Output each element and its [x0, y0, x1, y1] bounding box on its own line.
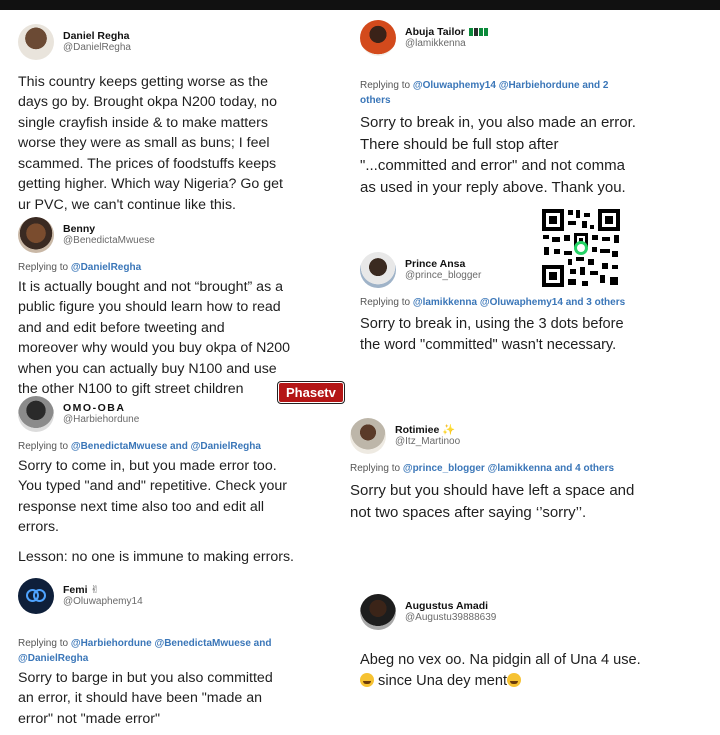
avatar[interactable] [360, 20, 396, 56]
avatar[interactable] [18, 24, 54, 60]
tweet-abuja-tailor: Abuja Tailor @lamikkenna Replying to @Ol… [360, 20, 705, 198]
avatar-rings-icon-2 [33, 589, 46, 602]
display-name[interactable]: Augustus Amadi [405, 600, 496, 612]
top-black-bar [0, 0, 720, 10]
avatar[interactable] [360, 252, 396, 288]
laughing-emoji-icon-2 [507, 673, 522, 687]
reply-mentions[interactable]: @lamikkenna @Oluwaphemy14 and 3 others [413, 297, 625, 308]
replying-to: Replying to @Oluwaphemy14 @Harbiehordune… [360, 80, 609, 106]
tweet-lesson: Lesson: no one is immune to making error… [18, 548, 294, 565]
display-name[interactable]: Femi ✌ [63, 584, 143, 596]
tweet-text-line-1: Abeg no vex oo. Na pidgin all of Una 4 u… [360, 652, 641, 668]
handle[interactable]: @Augustu39888639 [405, 612, 496, 624]
nigeria-flag-icon [468, 28, 488, 37]
tweet-text: Sorry to break in, you also made an erro… [360, 114, 636, 196]
avatar[interactable] [18, 217, 54, 253]
tweet-daniel-regha: Daniel Regha @DanielRegha This country k… [18, 24, 348, 215]
handle[interactable]: @DanielRegha [63, 42, 131, 54]
tweet-text: Sorry to break in, using the 3 dots befo… [360, 316, 624, 353]
laughing-emoji-icon [360, 673, 374, 687]
handle[interactable]: @Itz_Martinoo [395, 436, 460, 448]
tweet-text: Sorry but you should have left a space a… [350, 482, 635, 521]
avatar[interactable] [350, 418, 386, 454]
avatar[interactable] [18, 396, 54, 432]
tweet-text: Sorry to come in, but you made error too… [18, 458, 288, 536]
avatar[interactable] [360, 594, 396, 630]
reply-mentions[interactable]: @DanielRegha [71, 262, 141, 273]
tweet-text-line-2: since Una dey ment [360, 671, 705, 692]
sparkle-emoji-icon: ✨ [442, 424, 456, 437]
reply-mentions[interactable]: @prince_blogger @lamikkenna and 4 others [403, 463, 614, 474]
watermark-badge: Phasetv [278, 382, 344, 403]
display-name[interactable]: Benny [63, 223, 155, 235]
handle[interactable]: @Harbiehordune [63, 414, 139, 426]
replying-to: Replying to @Harbiehordune @BenedictaMwu… [18, 638, 272, 664]
handle[interactable]: @BenedictaMwuese [63, 235, 155, 247]
display-name[interactable]: OMO-OBA [63, 402, 139, 414]
tweet-text: This country keeps getting worse as the … [18, 74, 283, 213]
reply-mentions[interactable]: @BenedictaMwuese and @DanielRegha [71, 441, 261, 452]
handle[interactable]: @Oluwaphemy14 [63, 596, 143, 608]
tweet-benny: Benny @BenedictaMwuese Replying to @Dani… [18, 217, 348, 400]
tweet-femi: Femi ✌ @Oluwaphemy14 Replying to @Harbie… [18, 578, 348, 729]
tweet-rotimiee: Rotimiee ✨ @Itz_Martinoo Replying to @pr… [350, 418, 705, 523]
gesture-emoji-icon: ✌ [90, 584, 100, 597]
replying-to: Replying to @lamikkenna @Oluwaphemy14 an… [360, 297, 626, 308]
display-name[interactable]: Rotimiee ✨ [395, 424, 460, 436]
tweet-prince-ansa: Prince Ansa @prince_blogger Replying to … [360, 252, 690, 356]
tweet-text: Sorry to barge in but you also committed… [18, 670, 273, 727]
replying-to: Replying to @prince_blogger @lamikkenna … [350, 463, 615, 474]
display-name[interactable]: Daniel Regha [63, 30, 131, 42]
display-name[interactable]: Abuja Tailor [405, 26, 488, 38]
handle[interactable]: @lamikkenna [405, 38, 488, 50]
display-name[interactable]: Prince Ansa [405, 258, 481, 270]
replying-to: Replying to @BenedictaMwuese and @Daniel… [18, 441, 261, 452]
handle[interactable]: @prince_blogger [405, 270, 481, 282]
tweet-augustus-amadi: Augustus Amadi @Augustu39888639 Abeg no … [360, 594, 705, 692]
avatar[interactable] [18, 578, 54, 614]
tweet-omo-oba: OMO-OBA @Harbiehordune Replying to @Bene… [18, 396, 348, 567]
replying-to: Replying to @DanielRegha [18, 262, 142, 273]
